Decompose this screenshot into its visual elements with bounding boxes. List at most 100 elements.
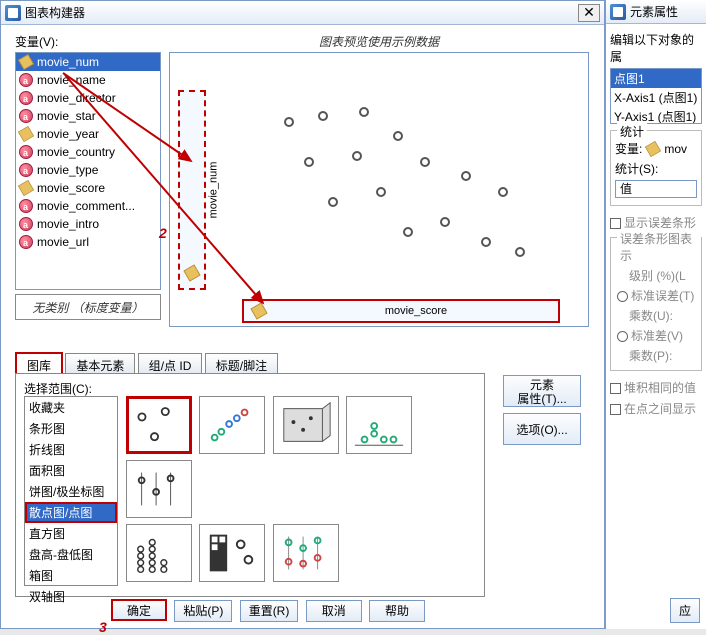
app-icon xyxy=(610,4,626,20)
data-point xyxy=(376,187,386,197)
ruler-icon xyxy=(645,140,661,156)
scatter-plot xyxy=(216,67,574,289)
nominal-icon xyxy=(19,235,33,249)
data-point xyxy=(420,157,430,167)
no-category-box: 无类别 （标度变量） xyxy=(15,294,161,320)
thumb-dot-simple[interactable] xyxy=(346,396,412,454)
variable-row[interactable]: movie_star xyxy=(16,107,160,125)
show-error-bars-checkbox[interactable] xyxy=(610,218,621,229)
gallery-item[interactable]: 饼图/极坐标图 xyxy=(25,481,117,502)
ok-button[interactable]: 确定 xyxy=(111,599,167,621)
gallery-item[interactable]: 收藏夹 xyxy=(25,397,117,418)
variable-row[interactable]: movie_url xyxy=(16,233,160,251)
list-item[interactable]: Y-Axis1 (点图1) xyxy=(611,107,701,124)
statistic-label: 统计(S): xyxy=(615,160,658,177)
variable-row[interactable]: movie_year xyxy=(16,125,160,143)
se-radio[interactable] xyxy=(617,291,628,302)
edit-object-label: 编辑以下对象的属 xyxy=(610,31,702,65)
show-error-bars-label: 显示误差条形 xyxy=(624,216,696,230)
thumb-drop-color[interactable] xyxy=(273,524,339,582)
gallery-panel: 选择范围(C): 收藏夹条形图折线图面积图饼图/极坐标图散点图/点图直方图盘高-… xyxy=(15,373,485,597)
list-item[interactable]: X-Axis1 (点图1) xyxy=(611,88,701,107)
gallery-type-list[interactable]: 收藏夹条形图折线图面积图饼图/极坐标图散点图/点图直方图盘高-盘低图箱图双轴图 xyxy=(24,396,118,586)
element-properties-button[interactable]: 元素 属性(T)... xyxy=(503,375,581,407)
gallery-item[interactable]: 直方图 xyxy=(25,523,117,544)
ruler-icon xyxy=(250,302,267,319)
variable-row[interactable]: movie_num xyxy=(16,53,160,71)
chart-thumbnails xyxy=(126,396,484,588)
nominal-icon xyxy=(19,163,33,177)
preview-canvas[interactable]: movie_num movie_score xyxy=(169,52,589,327)
thumb-matrix-scatter[interactable] xyxy=(273,396,339,454)
cancel-button[interactable]: 取消 xyxy=(306,600,362,622)
ruler-icon xyxy=(18,54,34,70)
ruler-icon xyxy=(18,126,34,142)
annotation-2: 2 xyxy=(159,225,167,241)
reset-button[interactable]: 重置(R) xyxy=(240,600,299,622)
gallery-item[interactable]: 双轴图 xyxy=(25,586,117,607)
sd-radio[interactable] xyxy=(617,331,628,342)
annotation-3: 3 xyxy=(99,619,107,635)
nominal-icon xyxy=(19,91,33,105)
dialog-buttons: 确定 粘贴(P) 重置(R) 取消 帮助 xyxy=(111,599,429,622)
variables-list[interactable]: movie_nummovie_namemovie_directormovie_s… xyxy=(15,52,161,290)
variable-row[interactable]: movie_score xyxy=(16,179,160,197)
variable-row[interactable]: movie_comment... xyxy=(16,197,160,215)
data-point xyxy=(440,217,450,227)
variable-row[interactable]: movie_type xyxy=(16,161,160,179)
statistic-select[interactable]: 值 xyxy=(615,180,697,198)
list-item[interactable]: 点图1 xyxy=(611,69,701,88)
thumb-grouped-scatter[interactable] xyxy=(199,396,265,454)
nominal-icon xyxy=(19,199,33,213)
ruler-icon xyxy=(183,264,200,281)
stat-group-header: 统计 xyxy=(617,123,647,140)
thumb-drop-line[interactable] xyxy=(126,460,192,518)
data-point xyxy=(359,107,369,117)
gallery-item[interactable]: 折线图 xyxy=(25,439,117,460)
y-axis-dropzone[interactable]: movie_num xyxy=(178,90,206,290)
x-axis-dropzone[interactable]: movie_score xyxy=(242,299,560,323)
variables-label: 变量(V): xyxy=(15,33,161,50)
paste-button[interactable]: 粘贴(P) xyxy=(174,600,232,622)
variable-row[interactable]: movie_country xyxy=(16,143,160,161)
titlebar: 图表构建器 ✕ xyxy=(1,1,604,25)
window-title: 图表构建器 xyxy=(25,4,576,21)
options-button[interactable]: 选项(O)... xyxy=(503,413,581,445)
variable-row[interactable]: movie_director xyxy=(16,89,160,107)
close-icon[interactable]: ✕ xyxy=(578,4,600,22)
thumb-summary-dot[interactable] xyxy=(199,524,265,582)
gallery-item[interactable]: 面积图 xyxy=(25,460,117,481)
x-axis-field: movie_score xyxy=(274,305,558,317)
data-point xyxy=(304,157,314,167)
gallery-label: 选择范围(C): xyxy=(24,380,92,397)
variable-row[interactable]: movie_intro xyxy=(16,215,160,233)
nominal-icon xyxy=(19,145,33,159)
gallery-item[interactable]: 箱图 xyxy=(25,565,117,586)
apply-button[interactable]: 应 xyxy=(670,598,700,623)
nominal-icon xyxy=(19,73,33,87)
panel-title: 元素属性 xyxy=(630,3,702,20)
data-point xyxy=(393,131,403,141)
data-point xyxy=(515,247,525,257)
stack-checkbox[interactable] xyxy=(610,383,621,394)
data-point xyxy=(481,237,491,247)
data-point xyxy=(328,197,338,207)
data-point xyxy=(403,227,413,237)
data-point xyxy=(352,151,362,161)
show-points-checkbox[interactable] xyxy=(610,404,621,415)
gallery-item[interactable]: 散点图/点图 xyxy=(25,502,117,523)
gallery-item[interactable]: 条形图 xyxy=(25,418,117,439)
variable-row[interactable]: movie_name xyxy=(16,71,160,89)
data-point xyxy=(498,187,508,197)
preview-title: 图表预览使用示例数据 xyxy=(169,33,589,50)
thumb-dot-stacked[interactable] xyxy=(126,524,192,582)
nominal-icon xyxy=(19,217,33,231)
help-button[interactable]: 帮助 xyxy=(369,600,425,622)
thumb-simple-scatter[interactable] xyxy=(126,396,192,454)
object-list[interactable]: 点图1 X-Axis1 (点图1) Y-Axis1 (点图1) xyxy=(610,68,702,124)
gallery-item[interactable]: 盘高-盘低图 xyxy=(25,544,117,565)
variable-value: mov xyxy=(664,142,687,156)
error-bars-header: 误差条形图表示 xyxy=(617,230,701,264)
data-point xyxy=(461,171,471,181)
data-point xyxy=(284,117,294,127)
